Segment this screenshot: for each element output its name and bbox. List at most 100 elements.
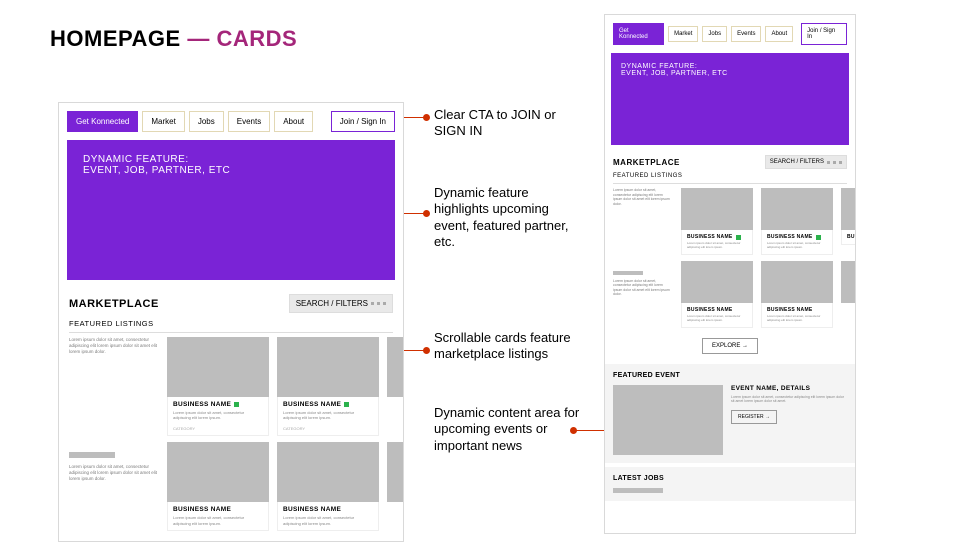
page-title-b: CARDS: [216, 26, 297, 51]
nav-jobs[interactable]: Jobs: [189, 111, 224, 132]
cta-button[interactable]: Get Konnected: [613, 23, 664, 45]
card-name: BUSINESS NAME: [767, 307, 827, 313]
annotation-2: Dynamic feature highlights upcoming even…: [434, 185, 584, 250]
featured-event-desc: Lorem ipsum dolor sit amet, consectetur …: [731, 395, 847, 404]
hero-line-2: EVENT, JOB, PARTNER, ETC: [621, 70, 839, 77]
listing-card[interactable]: BUSINESS NAME Lorem ipsum dolor sit amet…: [167, 337, 269, 436]
card-name: BUSINESS NAME: [767, 234, 827, 240]
card-image: [167, 337, 269, 397]
page-title-dash: —: [181, 26, 217, 51]
join-signin-button[interactable]: Join / Sign In: [331, 111, 395, 132]
card-name: BUSINESS NAME: [687, 307, 747, 313]
featured-listings-label: FEATURED LISTINGS: [69, 319, 393, 333]
card-image: [761, 261, 833, 303]
annotation-4: Dynamic content area for upcoming events…: [434, 405, 594, 454]
mockup-right: Get Konnected Market Jobs Events About J…: [604, 14, 856, 534]
card-row-2: Lorem ipsum dolor sit amet, consectetur …: [69, 442, 393, 530]
nav-about[interactable]: About: [765, 26, 793, 42]
card-category: CATEGORY: [173, 426, 263, 431]
nav-bar: Get Konnected Market Jobs Events About J…: [59, 103, 403, 140]
listing-card[interactable]: [387, 442, 404, 530]
featured-event-body: EVENT NAME, DETAILS Lorem ipsum dolor si…: [731, 385, 847, 455]
card-image: [681, 261, 753, 303]
verified-icon: [234, 402, 239, 407]
card-row-1: Lorem ipsum dolor sit amet, consectetur …: [69, 337, 393, 436]
filters-label: SEARCH / FILTERS: [770, 159, 824, 165]
grey-placeholder: [613, 271, 643, 275]
hero-line-1: DYNAMIC FEATURE:: [83, 154, 379, 165]
marketplace-header: MARKETPLACE SEARCH / FILTERS: [59, 280, 403, 319]
listing-card[interactable]: BUSINESS NAME Lorem ipsum dolor sit amet…: [761, 188, 833, 255]
card-category: CATEGORY: [283, 426, 373, 431]
dot-icon: [371, 302, 374, 305]
deck-blurb: Lorem ipsum dolor sit amet, consectetur …: [69, 464, 159, 482]
deck-sidecol: Lorem ipsum dolor sit amet, consectetur …: [69, 442, 159, 530]
card-name: BUSINESS NAME: [173, 401, 263, 408]
featured-event-row: EVENT NAME, DETAILS Lorem ipsum dolor si…: [613, 385, 847, 455]
card-image: [277, 337, 379, 397]
card-image: [681, 188, 753, 230]
card-image: [841, 188, 856, 230]
featured-listings-label: FEATURED LISTINGS: [613, 173, 847, 184]
listing-card[interactable]: BUSINESS NAME Lorem ipsum dolor sit amet…: [761, 261, 833, 328]
card-desc: Lorem ipsum dolor sit amet, consectetur …: [767, 242, 827, 250]
card-desc: Lorem ipsum dolor sit amet, consectetur …: [687, 242, 747, 250]
dot-icon: [827, 161, 830, 164]
search-filters-button[interactable]: SEARCH / FILTERS: [289, 294, 393, 313]
featured-event-name: EVENT NAME, DETAILS: [731, 385, 847, 392]
listing-card[interactable]: [841, 261, 856, 328]
page-title-a: HOMEPAGE: [50, 26, 181, 51]
nav-about[interactable]: About: [274, 111, 313, 132]
grey-placeholder: [613, 488, 663, 493]
explore-button[interactable]: EXPLORE →: [702, 338, 758, 354]
cta-button[interactable]: Get Konnected: [67, 111, 138, 132]
card-desc: Lorem ipsum dolor sit amet, consectetur …: [283, 515, 373, 525]
card-image: [841, 261, 856, 303]
dot-icon: [833, 161, 836, 164]
featured-event-image: [613, 385, 723, 455]
listing-card[interactable]: BUSINESS NAME Lorem ipsum dolor sit amet…: [681, 261, 753, 328]
card-desc: Lorem ipsum dolor sit amet, consectetur …: [173, 410, 263, 420]
nav-jobs[interactable]: Jobs: [702, 26, 727, 42]
marketplace-deck: FEATURED LISTINGS Lorem ipsum dolor sit …: [59, 319, 403, 531]
deck-sidecol: Lorem ipsum dolor sit amet, consectetur …: [613, 261, 673, 328]
listing-card[interactable]: BUSINESS NAME Lorem ipsum dolor sit amet…: [681, 188, 753, 255]
card-row-1: Lorem ipsum dolor sit amet, consectetur …: [613, 188, 847, 255]
nav-events[interactable]: Events: [731, 26, 761, 42]
card-image: [387, 442, 404, 502]
nav-market[interactable]: Market: [668, 26, 698, 42]
dot-icon: [383, 302, 386, 305]
nav-market[interactable]: Market: [142, 111, 184, 132]
pointer-line: [404, 350, 426, 351]
featured-event-band: FEATURED EVENT EVENT NAME, DETAILS Lorem…: [605, 364, 855, 463]
latest-jobs-band: LATEST JOBS: [605, 467, 855, 501]
listing-card[interactable]: BUSINESS NAME Lorem ipsum dolor sit amet…: [167, 442, 269, 530]
deck-blurb: Lorem ipsum dolor sit amet, consectetur …: [613, 279, 673, 297]
join-signin-button[interactable]: Join / Sign In: [801, 23, 847, 45]
card-desc: Lorem ipsum dolor sit amet, consectetur …: [173, 515, 263, 525]
marketplace-title: MARKETPLACE: [613, 158, 680, 167]
nav-events[interactable]: Events: [228, 111, 270, 132]
deck-blurb: Lorem ipsum dolor sit amet, consectetur …: [613, 188, 673, 206]
page-title: HOMEPAGE — CARDS: [50, 26, 297, 52]
card-name: BUSINESS NAME: [283, 506, 373, 513]
deck-blurb: Lorem ipsum dolor sit amet, consectetur …: [69, 337, 159, 355]
search-filters-button[interactable]: SEARCH / FILTERS: [765, 155, 847, 169]
pointer-line: [404, 213, 426, 214]
latest-jobs-label: LATEST JOBS: [613, 475, 847, 482]
card-name: BUSINESS NAME: [687, 234, 747, 240]
hero-banner: DYNAMIC FEATURE: EVENT, JOB, PARTNER, ET…: [611, 53, 849, 145]
listing-card[interactable]: BUSINESS NAME: [841, 188, 856, 255]
listing-card[interactable]: [387, 337, 404, 436]
marketplace-title: MARKETPLACE: [69, 298, 159, 310]
card-name: BUSINESS NAME: [283, 401, 373, 408]
listing-card[interactable]: BUSINESS NAME Lorem ipsum dolor sit amet…: [277, 442, 379, 530]
listing-card[interactable]: BUSINESS NAME Lorem ipsum dolor sit amet…: [277, 337, 379, 436]
register-button[interactable]: REGISTER →: [731, 410, 777, 424]
featured-event-label: FEATURED EVENT: [613, 372, 847, 379]
verified-icon: [344, 402, 349, 407]
nav-bar: Get Konnected Market Jobs Events About J…: [605, 15, 855, 53]
marketplace-header: MARKETPLACE SEARCH / FILTERS: [605, 145, 855, 173]
card-row-2: Lorem ipsum dolor sit amet, consectetur …: [613, 261, 847, 328]
card-desc: Lorem ipsum dolor sit amet, consectetur …: [687, 315, 747, 323]
